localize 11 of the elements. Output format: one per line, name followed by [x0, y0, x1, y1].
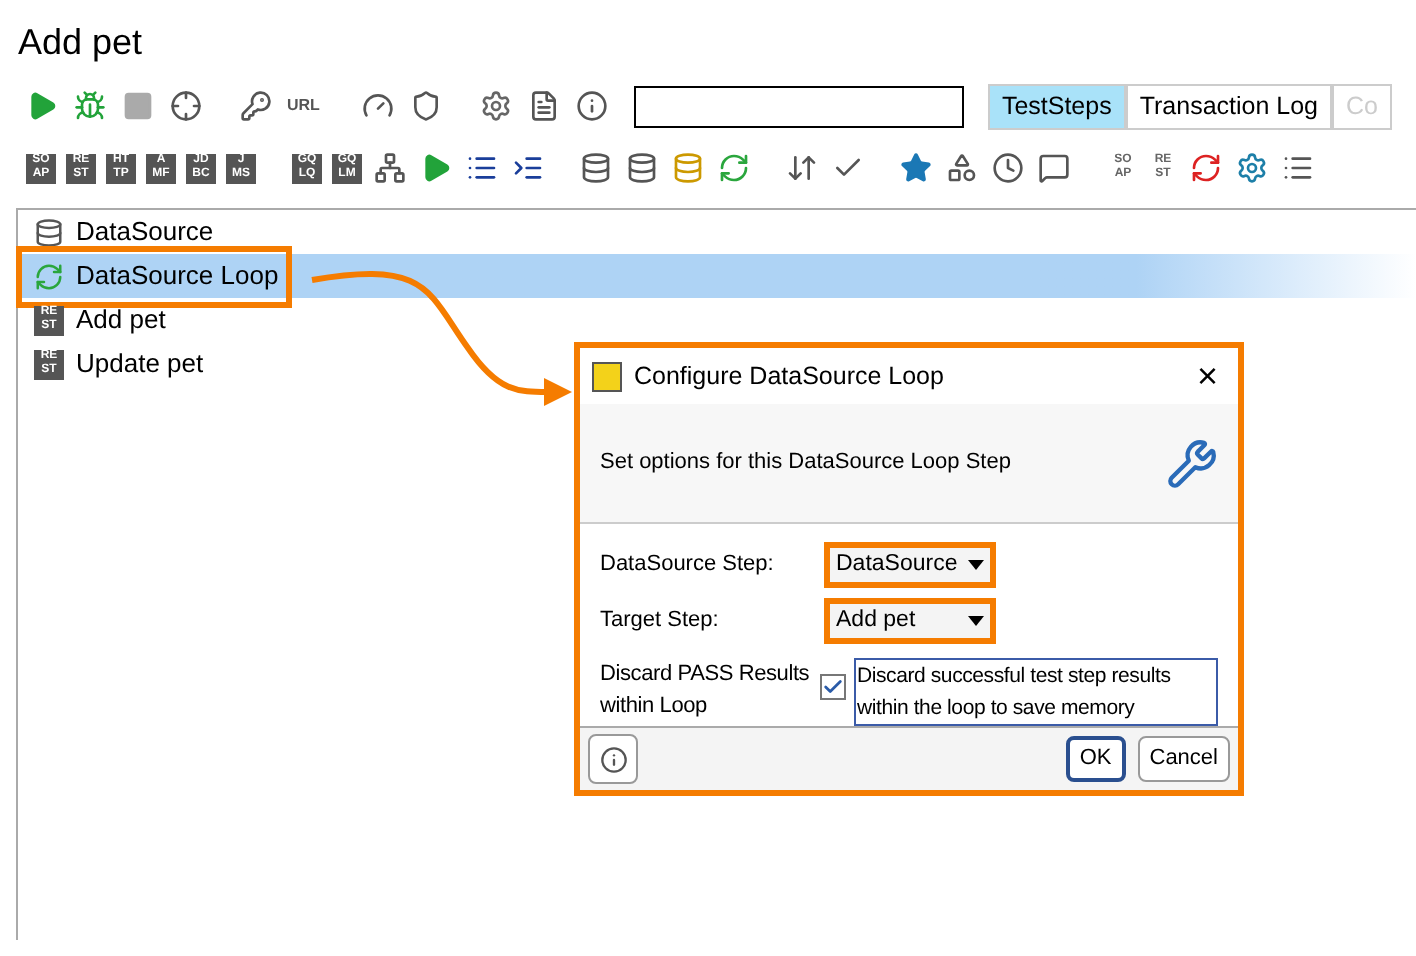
dialog-title: Configure DataSource Loop: [634, 359, 946, 394]
tree-item-label: DataSource: [76, 214, 214, 251]
tree-item-label: Add pet: [76, 302, 166, 339]
page-title: Add pet: [16, 20, 145, 64]
option-label: Discard PASS Results within Loop: [600, 660, 812, 722]
field-label: Target Step:: [600, 606, 721, 637]
option-text: Discard successful test step results within the loop to save memory: [854, 658, 1218, 726]
tree-item-label: Update pet: [76, 346, 204, 383]
tree-item-label: DataSource Loop: [76, 258, 279, 295]
dialog-description: Set options for this DataSource Loop Step: [600, 448, 1013, 479]
field-label: DataSource Step:: [600, 550, 776, 581]
